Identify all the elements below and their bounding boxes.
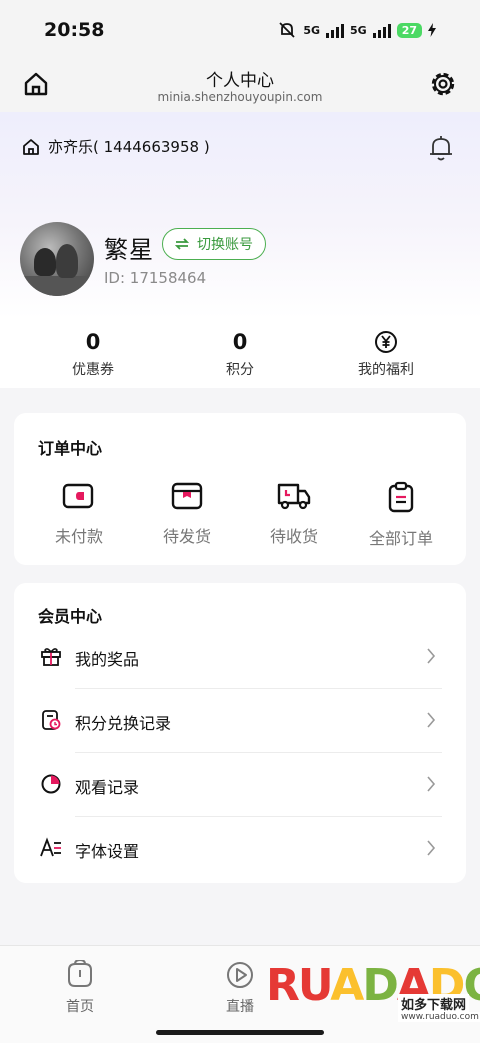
nav-bar: 个人中心 minia.shenzhouyoupin.com: [0, 60, 480, 112]
truck-icon: [277, 483, 311, 510]
switch-account-button[interactable]: 切换账号: [162, 228, 266, 260]
order-to-receive[interactable]: 待收货: [246, 481, 342, 547]
menu-item-my-prizes[interactable]: 我的奖品: [14, 625, 466, 689]
order-all-label: 全部订单: [368, 529, 433, 548]
coupon-count: 0: [85, 330, 101, 354]
chevron-right-icon: [427, 840, 436, 856]
clipboard-icon: [388, 481, 414, 513]
home-indicator[interactable]: [156, 1030, 324, 1035]
username: 繁星: [104, 236, 154, 264]
play-icon: [227, 962, 253, 988]
status-bar: 20:58 5G 5G 27: [0, 0, 480, 60]
tab-home-label: 首页: [66, 999, 94, 1015]
chevron-right-icon: [427, 776, 436, 792]
stats-row: 0 优惠券 0 积分 我的福利: [0, 327, 480, 387]
charging-icon: [428, 23, 436, 37]
menu-item-font-settings[interactable]: 字体设置: [14, 817, 466, 881]
menu-label-points-exchange: 积分兑换记录: [75, 714, 172, 733]
wallet-icon: [62, 483, 94, 509]
user-id: ID: 17158464: [104, 269, 207, 287]
battery-level: 27: [396, 22, 422, 38]
watermark-logo: RUADADO 如多下载网 www.ruaduo.com: [266, 960, 480, 1032]
store-selector[interactable]: 亦齐乐( 1444663958 ): [22, 136, 210, 157]
order-to-ship-label: 待发货: [162, 527, 211, 546]
chevron-right-icon: [427, 712, 436, 728]
status-icons: 5G 5G 27: [277, 21, 436, 39]
font-icon: [40, 837, 61, 857]
pie-chart-icon: [41, 774, 61, 794]
order-all[interactable]: 全部订单: [353, 481, 449, 549]
menu-label-font-settings: 字体设置: [75, 842, 140, 861]
menu-label-watch-history: 观看记录: [75, 778, 140, 797]
swap-icon: [175, 238, 189, 250]
profile-header: 亦齐乐( 1444663958 ) 繁星 切换账号 ID: 17158464 0…: [0, 112, 480, 388]
menu-item-points-exchange[interactable]: 积分兑换记录: [14, 689, 466, 753]
exchange-record-icon: [42, 710, 61, 730]
bell-icon[interactable]: [428, 134, 454, 162]
signal-icon: [326, 22, 344, 38]
stat-coupons[interactable]: 0 优惠券: [23, 327, 163, 379]
member-center-title: 会员中心: [38, 607, 103, 626]
network-label-1: 5G: [303, 23, 320, 37]
yen-icon: [375, 331, 397, 353]
home-tab-icon: [68, 960, 92, 987]
menu-label-my-prizes: 我的奖品: [75, 650, 140, 669]
order-center-title: 订单中心: [38, 439, 103, 458]
menu-item-watch-history[interactable]: 观看记录: [14, 753, 466, 817]
avatar[interactable]: [20, 222, 94, 296]
stat-points[interactable]: 0 积分: [170, 327, 310, 379]
order-unpaid-label: 未付款: [54, 527, 103, 546]
order-center-card: 订单中心 未付款 待发货 待收货 全部订单: [14, 413, 466, 565]
benefits-label: 我的福利: [358, 362, 414, 378]
coupon-label: 优惠券: [72, 362, 114, 378]
store-name: 亦齐乐( 1444663958 ): [48, 138, 210, 156]
stat-benefits[interactable]: 我的福利: [316, 327, 456, 379]
gift-icon: [41, 648, 61, 666]
signal-icon: [372, 22, 391, 38]
page-domain: minia.shenzhouyoupin.com: [157, 90, 323, 104]
tab-home[interactable]: 首页: [40, 960, 120, 1016]
switch-account-label: 切换账号: [197, 237, 253, 253]
page-title: 个人中心: [206, 71, 274, 91]
order-unpaid[interactable]: 未付款: [31, 481, 127, 547]
box-icon: [171, 482, 203, 510]
network-label-2: 5G: [350, 23, 367, 37]
status-time: 20:58: [44, 19, 105, 41]
mute-icon: [279, 22, 295, 38]
watermark-url: www.ruaduo.com: [398, 1012, 480, 1022]
store-home-icon: [23, 138, 39, 155]
gear-icon[interactable]: [428, 69, 458, 99]
order-to-ship[interactable]: 待发货: [139, 481, 235, 547]
order-to-receive-label: 待收货: [269, 527, 318, 546]
chevron-right-icon: [427, 648, 436, 664]
member-center-card: 会员中心 我的奖品 积分兑换记录 观看记录 字体设置: [14, 583, 466, 883]
points-count: 0: [232, 330, 248, 354]
points-label: 积分: [226, 362, 254, 378]
watermark-sub: 如多下载网: [398, 994, 470, 1013]
